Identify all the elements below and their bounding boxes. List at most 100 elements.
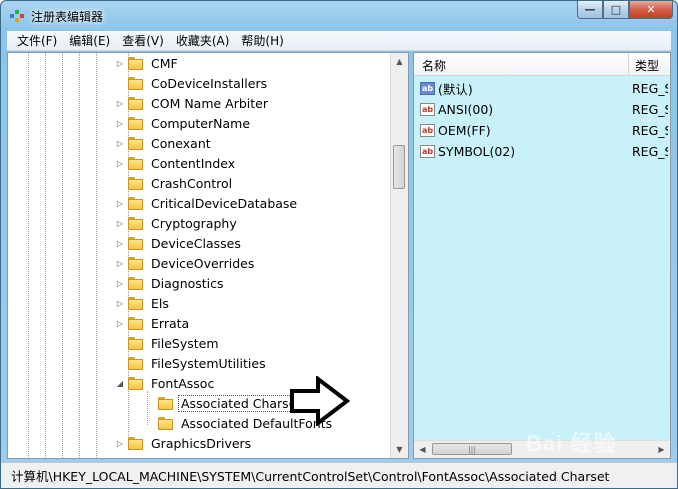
- folder-icon: [128, 236, 144, 250]
- tree-scroll-thumb[interactable]: [393, 145, 405, 189]
- value-name: (默认): [438, 81, 473, 97]
- tree-item-label: Errata: [151, 315, 190, 331]
- tree-item[interactable]: ▷ DeviceOverrides: [114, 253, 257, 273]
- collapse-arrow-icon[interactable]: ◢: [114, 379, 126, 388]
- list-scroll-thumb[interactable]: |||: [432, 443, 512, 455]
- expand-arrow-icon[interactable]: ▷: [114, 259, 126, 268]
- folder-icon: [128, 76, 144, 90]
- folder-icon: [128, 216, 144, 230]
- minimize-button[interactable]: —: [577, 1, 603, 19]
- annotation-arrow-icon: [290, 376, 351, 426]
- expand-arrow-icon[interactable]: ▷: [114, 239, 126, 248]
- list-item[interactable]: ab(默认) REG_SZ: [420, 78, 670, 98]
- tree-item[interactable]: CrashControl: [114, 173, 235, 193]
- tree-item[interactable]: FileSystemUtilities: [114, 353, 269, 373]
- tree-item-label: CrashControl: [151, 175, 233, 191]
- folder-icon: [158, 416, 174, 430]
- tree-item[interactable]: ▷ Conexant: [114, 133, 214, 153]
- maximize-button[interactable]: □: [603, 1, 629, 19]
- tree-item[interactable]: ▷ ContentIndex: [114, 153, 238, 173]
- status-path: 计算机\HKEY_LOCAL_MACHINE\SYSTEM\CurrentCon…: [11, 469, 610, 484]
- menu-item[interactable]: 查看(V): [116, 32, 170, 49]
- list-item[interactable]: abSYMBOL(02) REG_SZ: [420, 141, 670, 161]
- expand-arrow-icon[interactable]: ▷: [114, 279, 126, 288]
- scroll-left-icon[interactable]: ◀: [414, 441, 431, 458]
- string-value-icon: ab: [420, 123, 435, 137]
- scroll-right-icon[interactable]: ▶: [653, 441, 670, 458]
- tree-item[interactable]: ▷ COM Name Arbiter: [114, 93, 271, 113]
- tree-item-label: ComputerName: [151, 115, 251, 131]
- expand-arrow-icon[interactable]: ▷: [114, 439, 126, 448]
- tree-item[interactable]: CoDeviceInstallers: [114, 73, 270, 93]
- tree-item-label: DeviceOverrides: [151, 255, 255, 271]
- menu-item[interactable]: 收藏夹(A): [170, 32, 236, 49]
- tree-item-label: CMF: [151, 55, 178, 71]
- menu-item[interactable]: 编辑(E): [63, 32, 116, 49]
- regedit-app-icon: [10, 10, 24, 22]
- menu-bar: 文件(F) 编辑(E) 查看(V) 收藏夹(A) 帮助(H): [7, 31, 671, 51]
- value-name: OEM(FF): [438, 122, 491, 138]
- close-icon: ✕: [646, 3, 656, 16]
- expand-arrow-icon[interactable]: ▷: [114, 219, 126, 228]
- tree-item-label: ContentIndex: [151, 155, 236, 171]
- column-separator[interactable]: [628, 53, 629, 75]
- tree-item-label: Associated Charset: [178, 394, 305, 412]
- tree-item[interactable]: ▷ Els: [114, 293, 172, 313]
- tree-item-label: Els: [151, 295, 169, 311]
- expand-arrow-icon[interactable]: ▷: [114, 159, 126, 168]
- tree-vertical-scrollbar[interactable]: ▲ ▼: [390, 53, 408, 458]
- minimize-icon: —: [584, 3, 596, 16]
- value-type: REG_SZ: [632, 101, 668, 117]
- tree-item[interactable]: FileSystem: [114, 333, 222, 353]
- caption-buttons: — □ ✕: [577, 1, 673, 21]
- tree-item-label: FontAssoc: [151, 375, 215, 391]
- string-value-icon: ab: [420, 81, 435, 95]
- tree-item-label: Cryptography: [151, 215, 237, 231]
- folder-icon: [128, 176, 144, 190]
- folder-icon: [128, 336, 144, 350]
- list-item[interactable]: abANSI(00) REG_SZ: [420, 99, 670, 119]
- column-header-name[interactable]: 名称: [422, 57, 446, 74]
- value-type: REG_SZ: [632, 143, 668, 159]
- title-bar[interactable]: 注册表编辑器 — □ ✕: [1, 1, 677, 31]
- expand-arrow-icon[interactable]: ▷: [114, 119, 126, 128]
- scroll-up-icon[interactable]: ▲: [391, 53, 408, 70]
- value-type: REG_SZ: [632, 122, 668, 138]
- value-name: ANSI(00): [438, 101, 494, 117]
- column-header-type[interactable]: 类型: [635, 57, 659, 74]
- folder-icon: [128, 316, 144, 330]
- tree-item[interactable]: ▷ Diagnostics: [114, 273, 227, 293]
- close-button[interactable]: ✕: [629, 1, 673, 19]
- folder-icon: [128, 276, 144, 290]
- tree-item-label: FileSystemUtilities: [151, 355, 266, 371]
- list-item[interactable]: abOEM(FF) REG_SZ: [420, 120, 670, 140]
- expand-arrow-icon[interactable]: ▷: [114, 139, 126, 148]
- tree-item[interactable]: Associated Charset: [144, 393, 305, 413]
- expand-arrow-icon[interactable]: ▷: [114, 199, 126, 208]
- value-name: SYMBOL(02): [438, 143, 516, 159]
- scroll-down-icon[interactable]: ▼: [391, 441, 408, 458]
- tree-item[interactable]: ▷ DeviceClasses: [114, 233, 244, 253]
- tree-item[interactable]: ▷ CMF: [114, 53, 181, 73]
- folder-icon: [128, 56, 144, 70]
- folder-icon: [128, 376, 144, 390]
- tree-item[interactable]: ▷ CriticalDeviceDatabase: [114, 193, 300, 213]
- registry-values-list[interactable]: 名称 类型 ab(默认)REG_SZabANSI(00)REG_SZabOEM(…: [413, 52, 671, 459]
- folder-icon: [158, 396, 174, 410]
- menu-item[interactable]: 文件(F): [11, 32, 63, 49]
- tree-item[interactable]: ▷ Cryptography: [114, 213, 240, 233]
- menu-item[interactable]: 帮助(H): [235, 32, 289, 49]
- tree-item[interactable]: ▷ GraphicsDrivers: [114, 433, 254, 453]
- tree-item[interactable]: ▷ Errata: [114, 313, 192, 333]
- folder-icon: [128, 96, 144, 110]
- tree-item[interactable]: ◢ FontAssoc: [114, 373, 217, 393]
- value-type: REG_SZ: [632, 80, 668, 96]
- baidu-watermark: Bai 经验: [526, 431, 617, 456]
- expand-arrow-icon[interactable]: ▷: [114, 299, 126, 308]
- expand-arrow-icon[interactable]: ▷: [114, 59, 126, 68]
- expand-arrow-icon[interactable]: ▷: [114, 99, 126, 108]
- expand-arrow-icon[interactable]: ▷: [114, 319, 126, 328]
- status-bar: 计算机\HKEY_LOCAL_MACHINE\SYSTEM\CurrentCon…: [1, 462, 677, 488]
- folder-icon: [128, 436, 144, 450]
- tree-item[interactable]: ▷ ComputerName: [114, 113, 253, 133]
